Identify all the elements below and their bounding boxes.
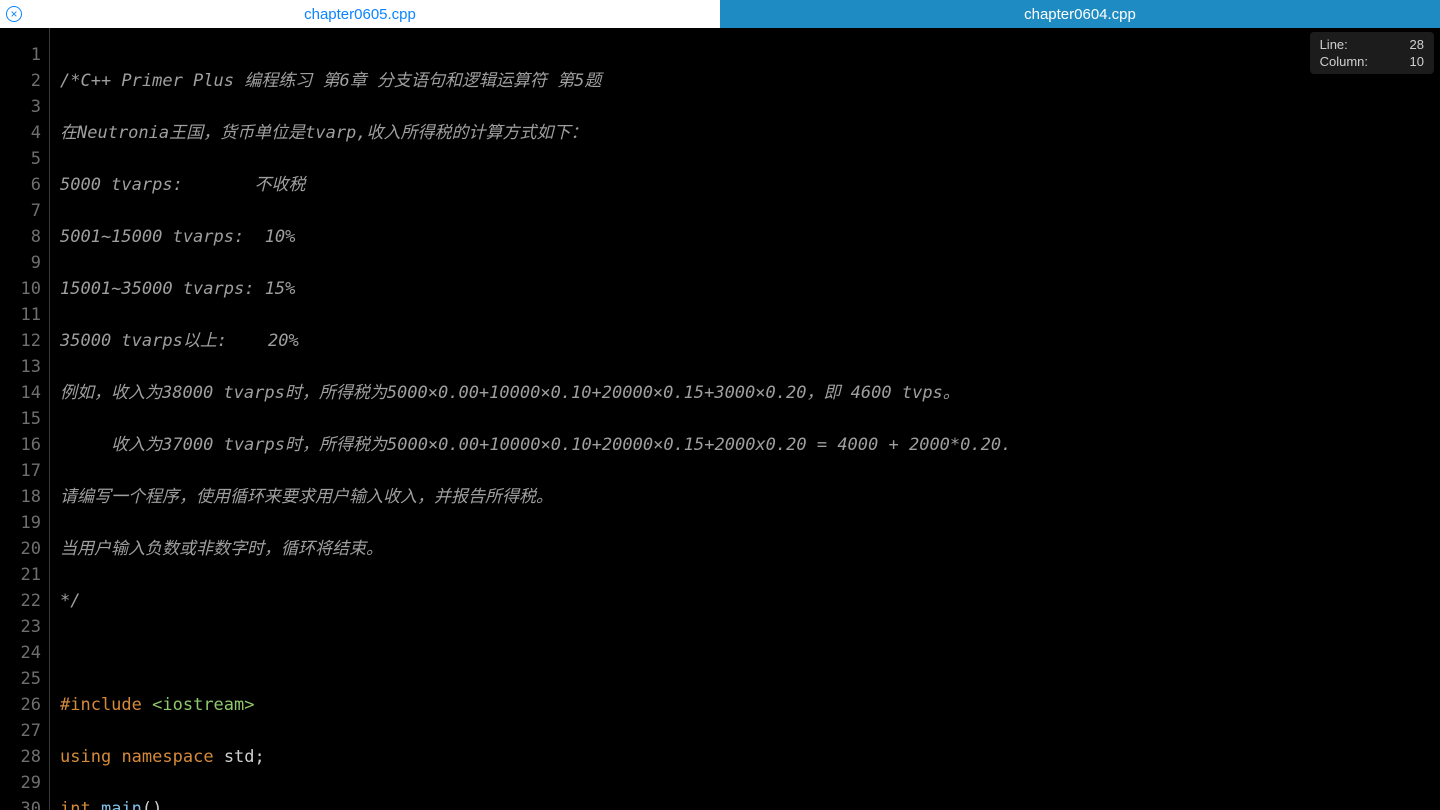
- blank-line: [60, 640, 1440, 666]
- status-line-label: Line:: [1320, 36, 1348, 53]
- function-main: main: [101, 799, 142, 810]
- line-number: 15: [0, 406, 41, 432]
- comment-line: 15001~35000 tvarps: 15%: [60, 279, 295, 299]
- comment-line: 在Neutronia王国，货币单位是tvarp,收入所得税的计算方式如下：: [60, 123, 588, 143]
- line-number: 1: [0, 42, 41, 68]
- line-number: 16: [0, 432, 41, 458]
- keyword-namespace: namespace: [121, 747, 213, 767]
- comment-line: */: [60, 591, 80, 611]
- line-number: 9: [0, 250, 41, 276]
- comment-line: 5000 tvarps: 不收税: [60, 175, 305, 195]
- close-icon[interactable]: ×: [6, 6, 22, 22]
- tab-label: chapter0604.cpp: [1024, 6, 1136, 23]
- line-number: 28: [0, 744, 41, 770]
- include-header: <iostream>: [152, 695, 254, 715]
- comment-line: 35000 tvarps以上: 20%: [60, 331, 299, 351]
- line-number: 17: [0, 458, 41, 484]
- identifier-std: std: [224, 747, 255, 767]
- line-number: 6: [0, 172, 41, 198]
- line-number: 7: [0, 198, 41, 224]
- line-number: 5: [0, 146, 41, 172]
- comment-line: 收入为37000 tvarps时，所得税为5000×0.00+10000×0.1…: [60, 435, 1011, 455]
- line-number: 3: [0, 94, 41, 120]
- line-number: 23: [0, 614, 41, 640]
- comment-line: 当用户输入负数或非数字时，循环将结束。: [60, 539, 383, 559]
- line-number-gutter: 1234567891011121314151617181920212223242…: [0, 28, 50, 810]
- line-number: 19: [0, 510, 41, 536]
- line-number: 27: [0, 718, 41, 744]
- include-keyword: #include: [60, 695, 142, 715]
- tab-inactive[interactable]: chapter0604.cpp: [720, 0, 1440, 28]
- line-number: 11: [0, 302, 41, 328]
- tab-bar: × chapter0605.cpp chapter0604.cpp: [0, 0, 1440, 28]
- line-number: 2: [0, 68, 41, 94]
- line-number: 26: [0, 692, 41, 718]
- line-number: 8: [0, 224, 41, 250]
- comment-line: /*C++ Primer Plus 编程练习 第6章 分支语句和逻辑运算符 第5…: [60, 71, 601, 91]
- code-content[interactable]: /*C++ Primer Plus 编程练习 第6章 分支语句和逻辑运算符 第5…: [50, 28, 1440, 810]
- line-number: 29: [0, 770, 41, 796]
- status-line-value: 28: [1398, 36, 1424, 53]
- line-number: 18: [0, 484, 41, 510]
- type-int: int: [60, 799, 91, 810]
- comment-line: 5001~15000 tvarps: 10%: [60, 227, 295, 247]
- line-number: 10: [0, 276, 41, 302]
- line-number: 20: [0, 536, 41, 562]
- tab-label: chapter0605.cpp: [304, 6, 416, 23]
- line-number: 30: [0, 796, 41, 810]
- comment-line: 请编写一个程序，使用循环来要求用户输入收入，并报告所得税。: [60, 487, 553, 507]
- line-number: 24: [0, 640, 41, 666]
- status-column-value: 10: [1398, 53, 1424, 70]
- line-number: 25: [0, 666, 41, 692]
- line-number: 22: [0, 588, 41, 614]
- comment-line: 例如，收入为38000 tvarps时，所得税为5000×0.00+10000×…: [60, 383, 960, 403]
- editor-area[interactable]: 1234567891011121314151617181920212223242…: [0, 28, 1440, 810]
- line-number: 21: [0, 562, 41, 588]
- keyword-using: using: [60, 747, 111, 767]
- tab-active[interactable]: × chapter0605.cpp: [0, 0, 720, 28]
- cursor-position-status: Line: 28 Column: 10: [1310, 32, 1434, 74]
- line-number: 12: [0, 328, 41, 354]
- status-column-label: Column:: [1320, 53, 1368, 70]
- line-number: 4: [0, 120, 41, 146]
- line-number: 13: [0, 354, 41, 380]
- line-number: 14: [0, 380, 41, 406]
